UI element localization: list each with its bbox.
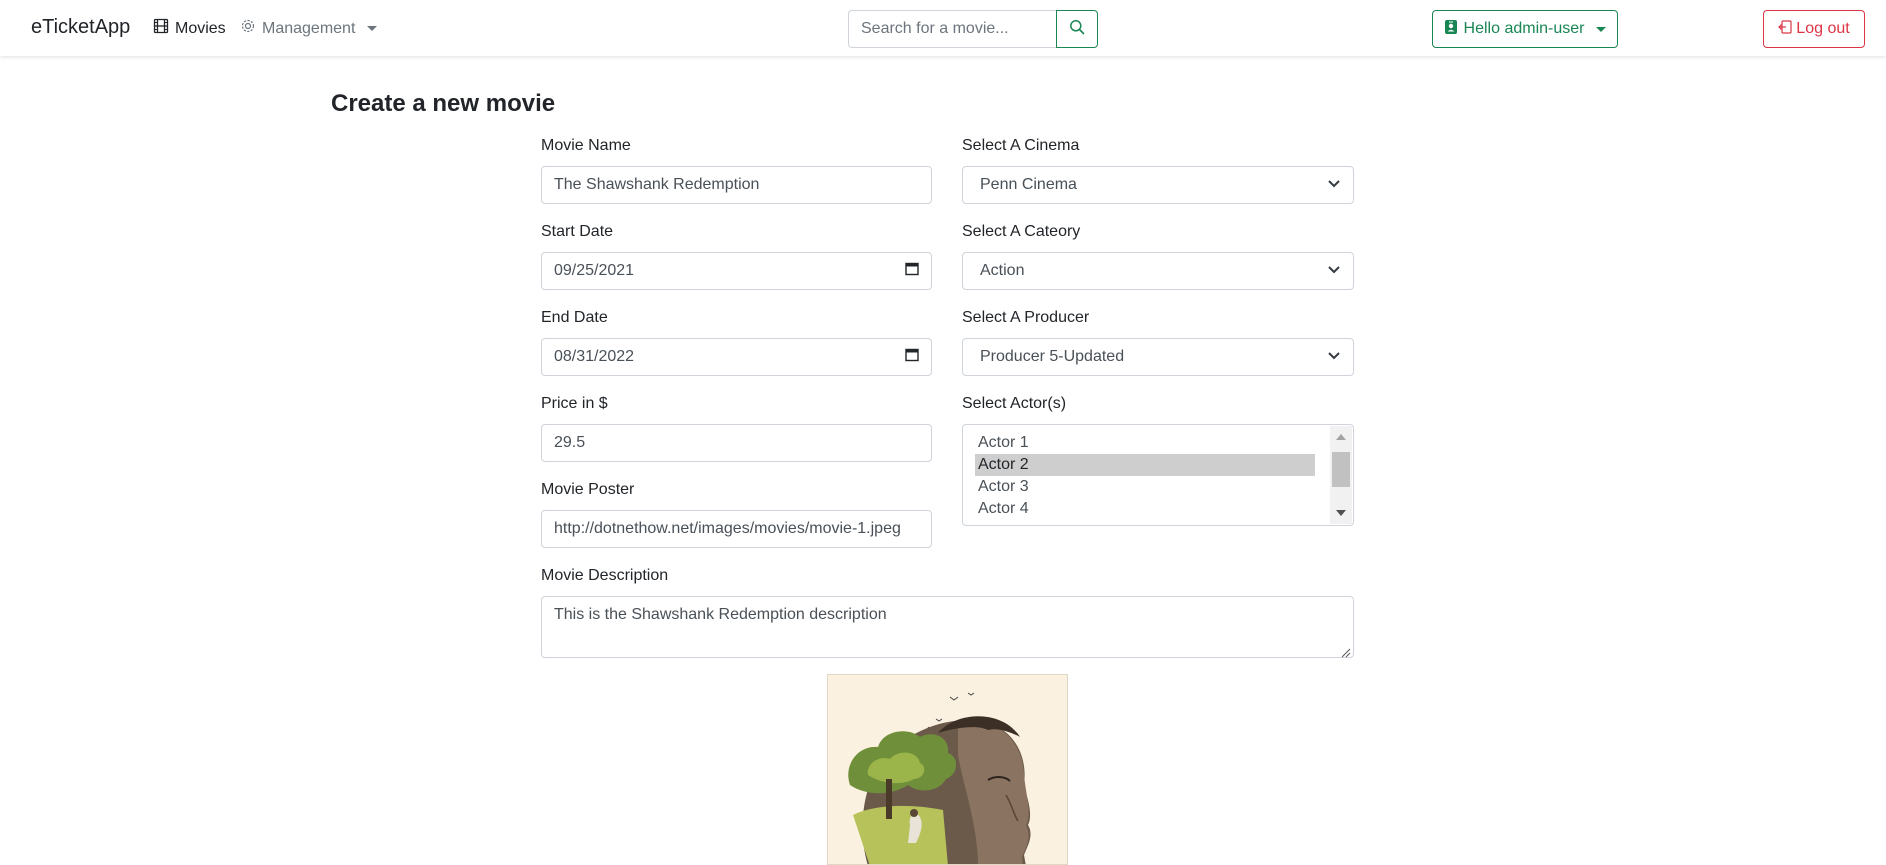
gear-icon xyxy=(240,18,256,39)
logout-label: Log out xyxy=(1796,20,1850,37)
scroll-down-icon[interactable] xyxy=(1336,510,1346,516)
chevron-down-icon xyxy=(1327,262,1341,280)
end-date-input[interactable]: 08/31/2022 xyxy=(541,338,932,376)
search-input[interactable] xyxy=(848,10,1056,48)
movie-name-label: Movie Name xyxy=(541,137,631,154)
box-arrow-left-icon xyxy=(1778,19,1792,39)
scroll-thumb[interactable] xyxy=(1332,452,1350,487)
price-input[interactable]: 29.5 xyxy=(541,424,932,462)
search-icon xyxy=(1069,19,1085,40)
chevron-down-icon xyxy=(1327,348,1341,366)
actor-option[interactable]: Actor 4 xyxy=(975,498,1315,520)
cinema-select[interactable]: Penn Cinema xyxy=(962,166,1354,204)
person-badge-icon xyxy=(1444,19,1458,40)
description-label: Movie Description xyxy=(541,567,669,584)
brand-logo[interactable]: eTicketApp xyxy=(31,16,130,39)
producer-value: Producer 5-Updated xyxy=(980,348,1125,365)
caret-down-icon xyxy=(1596,26,1607,32)
producer-label: Select A Producer xyxy=(962,309,1090,326)
top-navbar: eTicketApp Movies Management Hello admin… xyxy=(0,0,1886,56)
movie-poster-value: http://dotnethow.net/images/movies/movie… xyxy=(554,520,901,537)
actor-option[interactable]: Actor 3 xyxy=(975,476,1315,498)
category-value: Action xyxy=(980,262,1025,279)
category-select[interactable]: Action xyxy=(962,252,1354,290)
scroll-up-icon[interactable] xyxy=(1336,434,1346,440)
movie-poster-preview xyxy=(827,674,1068,865)
movie-name-value: The Shawshank Redemption xyxy=(554,176,760,193)
category-label: Select A Cateory xyxy=(962,223,1081,240)
description-value: This is the Shawshank Redemption descrip… xyxy=(554,606,887,623)
start-date-input[interactable]: 09/25/2021 xyxy=(541,252,932,290)
search-form xyxy=(848,10,1098,48)
start-date-value: 09/25/2021 xyxy=(554,262,635,279)
nav-movies[interactable]: Movies xyxy=(153,18,226,39)
cinema-label: Select A Cinema xyxy=(962,137,1080,154)
end-date-label: End Date xyxy=(541,309,608,326)
actors-label: Select Actor(s) xyxy=(962,395,1067,412)
caret-down-icon xyxy=(367,26,378,31)
actor-option-selected[interactable]: Actor 2 xyxy=(975,454,1315,476)
nav-movies-label: Movies xyxy=(175,19,226,37)
calendar-icon[interactable] xyxy=(905,262,919,281)
user-menu-label: Hello admin-user xyxy=(1463,20,1585,37)
actor-option[interactable]: Actor 1 xyxy=(975,432,1315,454)
movie-poster-label: Movie Poster xyxy=(541,481,635,498)
nav-management-dropdown[interactable]: Management xyxy=(240,18,378,39)
resize-grip-icon[interactable] xyxy=(1341,645,1351,658)
description-textarea[interactable]: This is the Shawshank Redemption descrip… xyxy=(541,596,1354,658)
actors-multiselect[interactable]: Actor 1 Actor 2 Actor 3 Actor 4 xyxy=(962,424,1354,526)
film-icon xyxy=(153,18,169,39)
logout-button[interactable]: Log out xyxy=(1763,10,1865,48)
actors-option-list: Actor 1 Actor 2 Actor 3 Actor 4 xyxy=(975,432,1315,520)
movie-name-input[interactable]: The Shawshank Redemption xyxy=(541,166,932,204)
start-date-label: Start Date xyxy=(541,223,614,240)
actors-scrollbar[interactable] xyxy=(1330,426,1352,524)
page-title: Create a new movie xyxy=(331,90,556,117)
end-date-value: 08/31/2022 xyxy=(554,348,635,365)
price-label: Price in $ xyxy=(541,395,608,412)
nav-management-label: Management xyxy=(262,19,356,37)
movie-poster-input[interactable]: http://dotnethow.net/images/movies/movie… xyxy=(541,510,932,548)
chevron-down-icon xyxy=(1327,176,1341,194)
user-menu-button[interactable]: Hello admin-user xyxy=(1432,10,1618,48)
producer-select[interactable]: Producer 5-Updated xyxy=(962,338,1354,376)
search-button[interactable] xyxy=(1056,10,1098,48)
price-value: 29.5 xyxy=(554,434,586,451)
cinema-value: Penn Cinema xyxy=(980,176,1077,193)
calendar-icon[interactable] xyxy=(905,348,919,367)
